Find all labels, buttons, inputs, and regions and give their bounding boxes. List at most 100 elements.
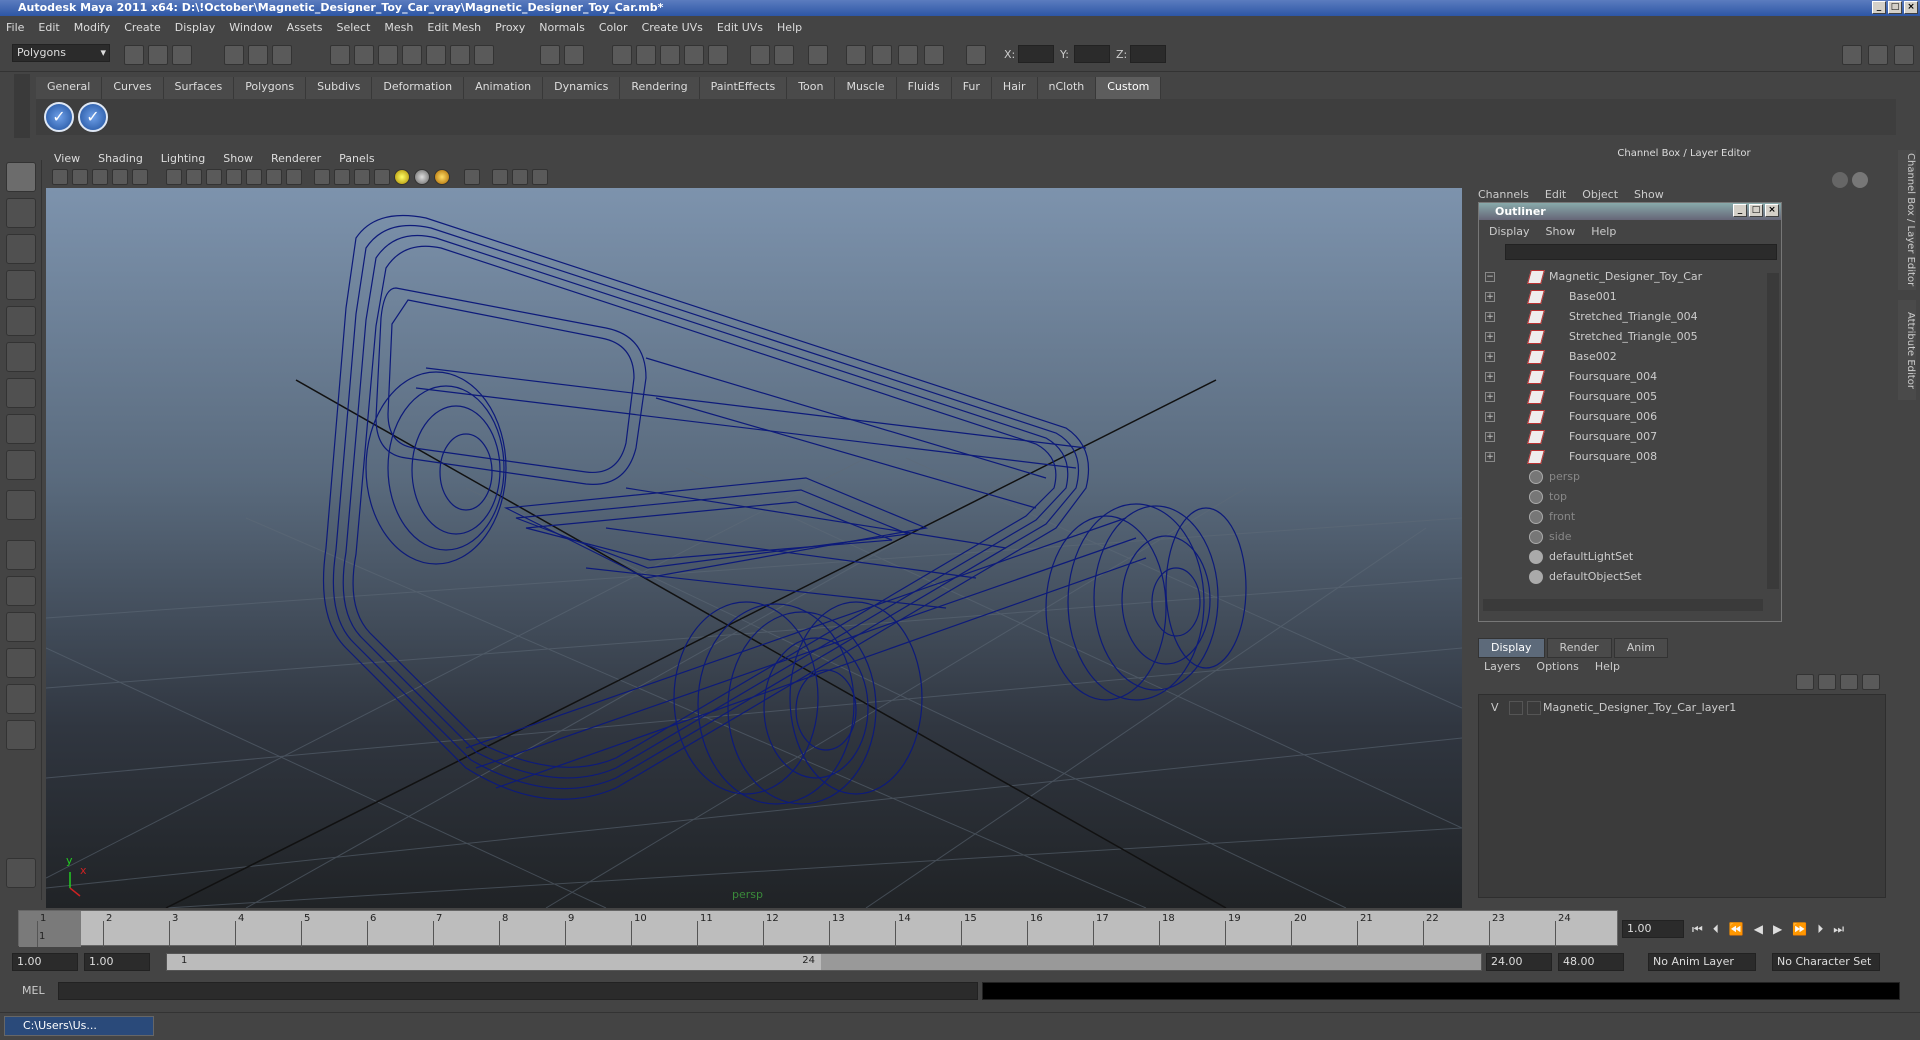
input-ops-icon[interactable] xyxy=(750,45,770,65)
show-manipulator-icon[interactable] xyxy=(6,450,36,480)
open-scene-icon[interactable] xyxy=(148,45,168,65)
viewport-menu-show[interactable]: Show xyxy=(223,152,253,165)
playback-start-field[interactable]: 1.00 xyxy=(84,953,150,971)
textured-icon[interactable] xyxy=(374,169,390,185)
menu-create[interactable]: Create xyxy=(124,21,161,34)
side-tab-attribute-editor[interactable]: Attribute Editor xyxy=(1898,300,1916,400)
hypershade-icon[interactable] xyxy=(660,45,680,65)
animation-start-field[interactable]: 1.00 xyxy=(12,953,78,971)
shelf-tab-dynamics[interactable]: Dynamics xyxy=(543,77,621,99)
new-layer-icon[interactable] xyxy=(1840,674,1858,690)
menu-help[interactable]: Help xyxy=(777,21,802,34)
outliner-menu-help[interactable]: Help xyxy=(1591,225,1616,238)
menu-mesh[interactable]: Mesh xyxy=(384,21,413,34)
expand-icon[interactable]: + xyxy=(1485,292,1495,302)
menu-normals[interactable]: Normals xyxy=(539,21,585,34)
list-item[interactable]: + Base001 xyxy=(1479,287,1769,307)
list-item[interactable]: front xyxy=(1479,507,1769,527)
manipulator-tool-icon[interactable] xyxy=(6,378,36,408)
outliner-menu-show[interactable]: Show xyxy=(1546,225,1576,238)
last-tool-icon[interactable] xyxy=(6,490,36,520)
xray-icon[interactable] xyxy=(492,169,508,185)
wireframe-icon[interactable] xyxy=(314,169,330,185)
shelf-tab-custom[interactable]: Custom xyxy=(1096,77,1162,99)
shadows-icon[interactable] xyxy=(434,169,450,185)
xray-joints-icon[interactable] xyxy=(512,169,528,185)
z-field[interactable] xyxy=(1130,45,1166,63)
list-item[interactable]: + Foursquare_005 xyxy=(1479,387,1769,407)
list-item[interactable]: − Magnetic_Designer_Toy_Car xyxy=(1479,267,1769,287)
expand-icon[interactable]: + xyxy=(1485,392,1495,402)
shelf-tab-general[interactable]: General xyxy=(36,77,103,99)
snap-view-plane-icon[interactable] xyxy=(402,45,422,65)
close-button[interactable]: × xyxy=(1904,1,1918,14)
snap-point-icon[interactable] xyxy=(378,45,398,65)
single-perspective-layout-icon[interactable] xyxy=(6,540,36,570)
hud-icon[interactable] xyxy=(532,169,548,185)
light-icon[interactable] xyxy=(708,45,728,65)
list-item[interactable]: + Foursquare_004 xyxy=(1479,367,1769,387)
settings-icon[interactable] xyxy=(6,858,36,888)
range-slider-handle[interactable]: 1 24 xyxy=(167,954,821,970)
attribute-editor-toggle-icon[interactable] xyxy=(1842,45,1862,65)
isolate-select-icon[interactable] xyxy=(464,169,480,185)
x-field[interactable] xyxy=(1018,45,1054,63)
range-slider[interactable]: 1 24 xyxy=(166,953,1482,971)
menu-edit-mesh[interactable]: Edit Mesh xyxy=(427,21,481,34)
shelf-tab-hair[interactable]: Hair xyxy=(991,77,1038,99)
playhead[interactable] xyxy=(19,911,81,947)
go-to-end-icon[interactable]: ⏭ xyxy=(1833,922,1844,937)
play-backwards-icon[interactable]: ◀ xyxy=(1754,922,1763,937)
shelf-tab-animation[interactable]: Animation xyxy=(464,77,544,99)
attribute-icon[interactable] xyxy=(872,45,892,65)
go-to-start-icon[interactable]: ⏮ xyxy=(1692,922,1703,937)
layer-menu-options[interactable]: Options xyxy=(1536,660,1578,673)
outliner-close-button[interactable]: × xyxy=(1765,204,1779,217)
expand-icon[interactable]: + xyxy=(1485,412,1495,422)
safe-action-icon[interactable] xyxy=(266,169,282,185)
command-input[interactable] xyxy=(58,982,978,1000)
render-layout-icon[interactable] xyxy=(6,720,36,750)
channel-box-lock-icon[interactable] xyxy=(1832,172,1848,188)
all-lights-icon[interactable] xyxy=(414,169,430,185)
play-forwards-icon[interactable]: ▶ xyxy=(1773,922,1782,937)
tab-render[interactable]: Render xyxy=(1546,638,1612,658)
collapse-icon[interactable]: − xyxy=(1485,272,1495,282)
channel-box-settings-icon[interactable] xyxy=(1852,172,1868,188)
menu-window[interactable]: Window xyxy=(229,21,272,34)
list-item[interactable]: top xyxy=(1479,487,1769,507)
time-slider[interactable]: 1 1 2 3 4 5 6 7 8 9 10 11 12 13 14 15 16 17 18 19 20 21 22 23 2… xyxy=(0,910,1920,948)
shelf-menu-handle[interactable] xyxy=(14,74,30,138)
viewport-menu-shading[interactable]: Shading xyxy=(98,152,143,165)
perspective-viewport[interactable]: y x persp xyxy=(46,188,1462,908)
menu-edit-uvs[interactable]: Edit UVs xyxy=(717,21,763,34)
tool-settings-toggle-icon[interactable] xyxy=(1868,45,1888,65)
layer-move-down-icon[interactable] xyxy=(1818,674,1836,690)
make-live-icon[interactable] xyxy=(426,45,446,65)
camera-attributes-icon[interactable] xyxy=(72,169,88,185)
render-current-icon[interactable] xyxy=(540,45,560,65)
minimize-button[interactable]: _ xyxy=(1872,1,1886,14)
character-set-dropdown[interactable]: No Character Set xyxy=(1772,953,1880,971)
save-scene-icon[interactable] xyxy=(172,45,192,65)
layer-menu-help[interactable]: Help xyxy=(1595,660,1620,673)
list-item[interactable]: + Foursquare_007 xyxy=(1479,427,1769,447)
step-back-icon[interactable]: ⏴ xyxy=(1713,922,1719,937)
safe-title-icon[interactable] xyxy=(286,169,302,185)
outliner-filter-input[interactable] xyxy=(1505,244,1777,260)
shelf-tab-ncloth[interactable]: nCloth xyxy=(1037,77,1097,99)
layer-menu-layers[interactable]: Layers xyxy=(1484,660,1520,673)
layer-visibility-toggle[interactable]: V xyxy=(1491,699,1499,717)
channel-box-toggle-icon[interactable] xyxy=(808,45,828,65)
two-d-pan-icon[interactable] xyxy=(132,169,148,185)
shelf-tab-painteffects[interactable]: PaintEffects xyxy=(699,77,788,99)
step-forward-icon[interactable]: ⏵ xyxy=(1817,922,1823,937)
shelf-tab-deformation[interactable]: Deformation xyxy=(372,77,465,99)
shelf-tab-fur[interactable]: Fur xyxy=(951,77,992,99)
layer-row[interactable]: V Magnetic_Designer_Toy_Car_layer1 xyxy=(1483,699,1883,717)
side-tab-channel-box[interactable]: Channel Box / Layer Editor xyxy=(1898,150,1916,290)
minimized-window[interactable]: C:\Users\Us... xyxy=(4,1016,154,1036)
image-plane-icon[interactable] xyxy=(112,169,128,185)
menu-create-uvs[interactable]: Create UVs xyxy=(642,21,703,34)
shelf-tab-fluids[interactable]: Fluids xyxy=(896,77,952,99)
